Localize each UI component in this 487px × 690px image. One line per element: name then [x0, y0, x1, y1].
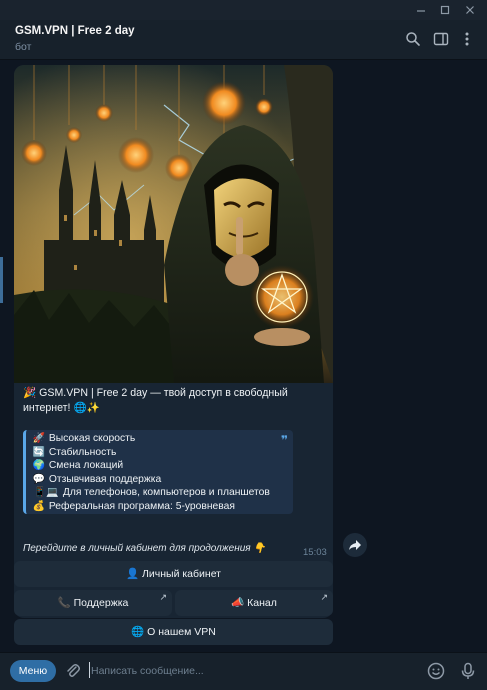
microphone-icon[interactable] [458, 661, 478, 681]
message-composer: Меню [0, 652, 487, 690]
globe-icon: 🌐 [131, 626, 145, 638]
chat-area[interactable]: 🎉 GSM.VPN | Free 2 day — твой доступ в с… [0, 61, 487, 652]
support-button[interactable]: 📞 Поддержка ↗ [14, 590, 172, 616]
feature-item: 🚀 Высокая скорость [32, 432, 135, 446]
message-photo[interactable] [14, 65, 333, 383]
feature-label: Отзывчивая поддержка [48, 473, 162, 485]
minimize-icon[interactable] [413, 2, 429, 18]
close-icon[interactable] [462, 2, 478, 18]
window-titlebar [0, 0, 487, 20]
feature-label: Смена локаций [48, 460, 124, 471]
feature-label: Для телефонов, компьютеров и планшетов [62, 487, 270, 498]
personal-cabinet-button[interactable]: 👤 Личный кабинет [14, 561, 333, 587]
quote-icon: ❞ [280, 433, 288, 447]
text-caret [89, 662, 90, 678]
forward-button[interactable] [343, 533, 367, 557]
continue-prompt: Перейдите в личный кабинет для продолжен… [23, 543, 266, 554]
button-label: Личный кабинет [142, 568, 221, 580]
emoji-icon[interactable] [426, 661, 446, 681]
more-options-icon[interactable] [458, 30, 476, 48]
feature-item: 💬 Отзывчивая поддержка [32, 473, 162, 487]
rocket-icon: 🚀 [32, 433, 46, 444]
button-label: Поддержка [73, 597, 129, 609]
message-input[interactable] [91, 662, 391, 680]
scroll-indicator [0, 257, 3, 303]
attach-icon[interactable] [63, 661, 83, 681]
message-intro: 🎉 GSM.VPN | Free 2 day — твой доступ в с… [23, 386, 323, 416]
search-icon[interactable] [404, 30, 422, 48]
megaphone-icon: 📣 [231, 597, 245, 609]
intro-text: GSM.VPN | Free 2 day — твой доступ в сво… [23, 387, 288, 414]
point-down-icon: 👇 [253, 543, 266, 554]
globe-icon: 🌍 [32, 460, 46, 471]
external-link-icon: ↗ [159, 592, 167, 602]
feature-item: 🔄 Стабильность [32, 446, 117, 460]
chat-title[interactable]: GSM.VPN | Free 2 day [15, 25, 135, 37]
feature-label: Реферальная программа: 5-уровневая [48, 500, 235, 512]
forward-icon [349, 540, 361, 550]
devices-icon: 📱💻 [33, 487, 59, 498]
feature-item: 📱💻 Для телефонов, компьютеров и планшето… [32, 486, 270, 500]
feature-item: 💰 Реферальная программа: 5-уровневая [32, 500, 235, 514]
bot-message-bubble[interactable]: 🎉 GSM.VPN | Free 2 day — твой доступ в с… [14, 65, 333, 618]
feature-label: Высокая скорость [48, 433, 136, 444]
speech-bubble-icon: 💬 [32, 473, 46, 485]
button-label: Канал [247, 597, 277, 609]
button-label: О нашем VPN [147, 626, 216, 638]
about-vpn-button[interactable]: 🌐 О нашем VPN [14, 619, 333, 645]
globe-sparkles-icon: 🌐✨ [73, 402, 100, 414]
party-icon: 🎉 [23, 387, 37, 399]
external-link-icon: ↗ [320, 592, 328, 602]
refresh-icon: 🔄 [32, 446, 46, 458]
phone-icon: 📞 [57, 597, 71, 609]
money-bag-icon: 💰 [32, 500, 46, 512]
prompt-text: Перейдите в личный кабинет для продолжен… [23, 543, 251, 554]
features-blockquote: ❞ 🚀 Высокая скорость 🔄 Стабильность 🌍 См… [23, 430, 293, 514]
maximize-icon[interactable] [437, 2, 453, 18]
sidebar-toggle-icon[interactable] [432, 30, 450, 48]
message-time: 15:03 [303, 547, 327, 558]
feature-label: Стабильность [48, 446, 117, 458]
chat-subtitle: бот [15, 41, 32, 53]
chat-header: GSM.VPN | Free 2 day бот [0, 20, 487, 60]
channel-button[interactable]: 📣 Канал ↗ [175, 590, 333, 616]
feature-item: 🌍 Смена локаций [32, 459, 123, 473]
bot-menu-button[interactable]: Меню [10, 660, 56, 682]
user-icon: 👤 [126, 568, 140, 580]
